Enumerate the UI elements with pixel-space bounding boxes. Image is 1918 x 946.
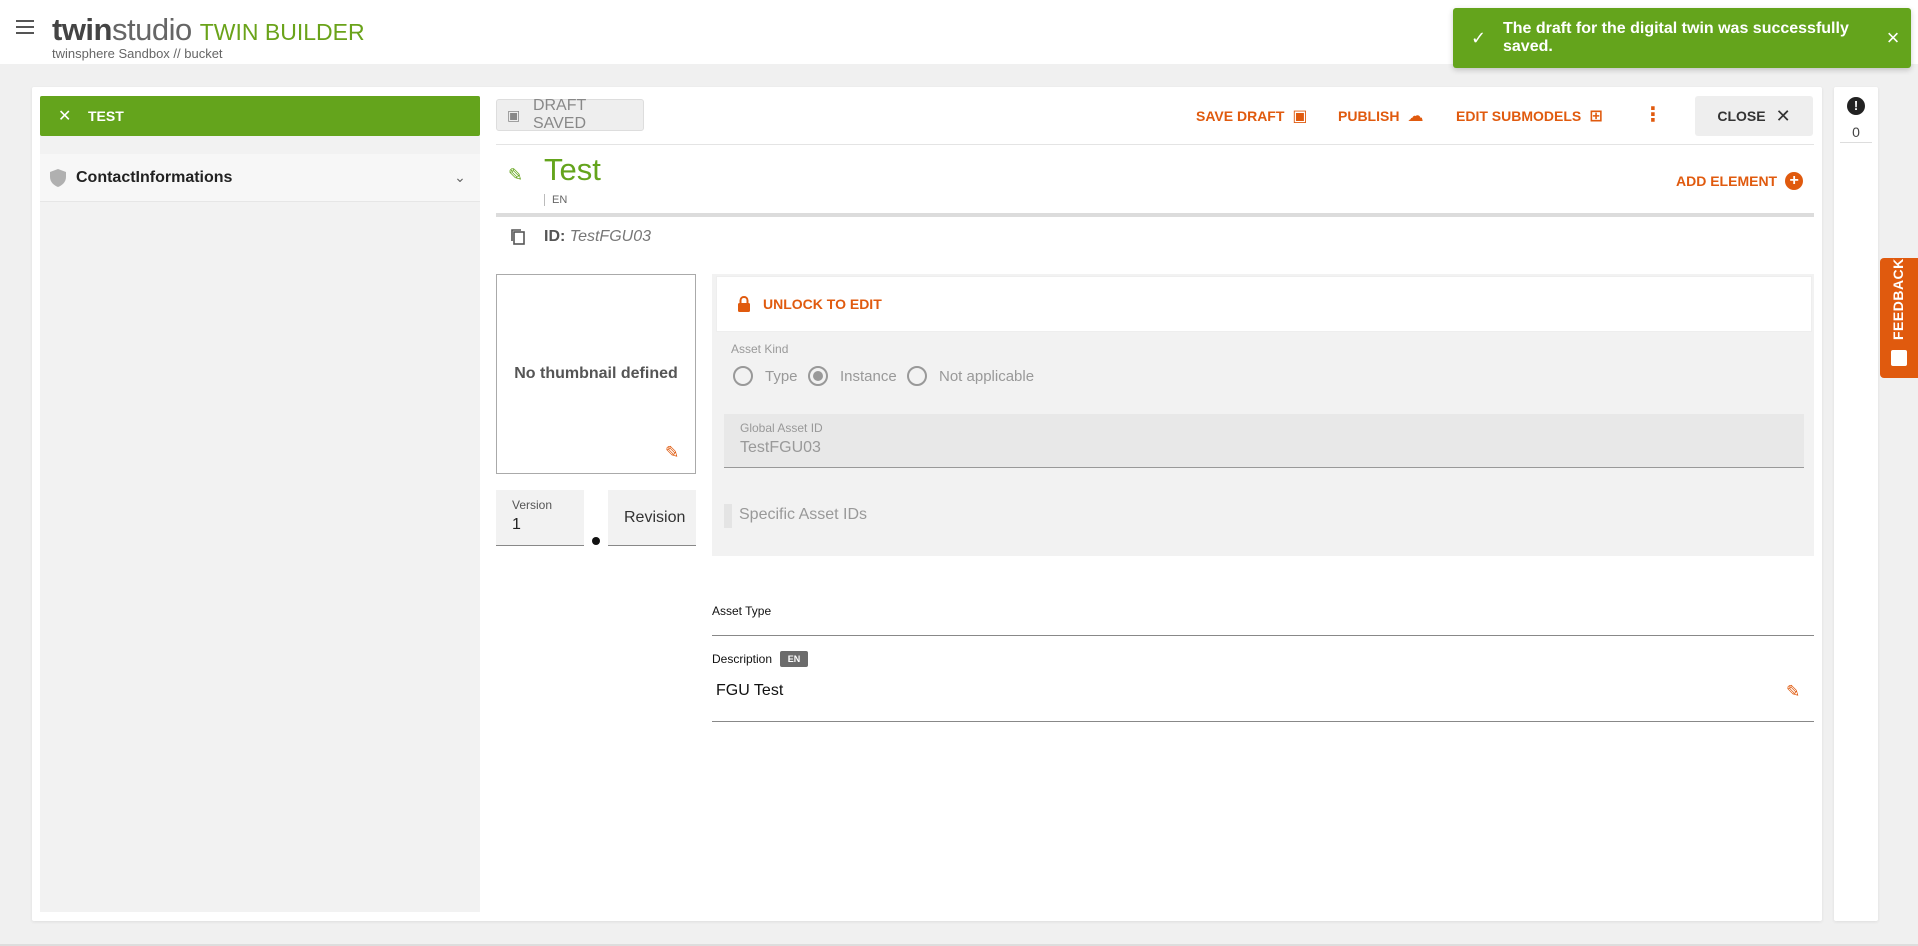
- cloud-upload-icon: ☁: [1407, 108, 1424, 125]
- close-button[interactable]: CLOSE ✕: [1695, 96, 1813, 136]
- shield-icon: [50, 168, 66, 187]
- twin-id-row: ID: TestFGU03: [544, 228, 651, 246]
- asset-kind-option: Not applicable: [939, 367, 1035, 385]
- add-element-button[interactable]: ADD ELEMENT +: [1676, 170, 1804, 192]
- version-separator-dot: [592, 537, 600, 545]
- asset-kind-option: Type: [765, 367, 798, 385]
- more-options-icon[interactable]: ⋮: [1643, 104, 1663, 128]
- description-value: FGU Test: [716, 682, 784, 699]
- toast-close-icon[interactable]: ×: [1875, 25, 1911, 51]
- description-label: Description: [712, 652, 773, 666]
- revision-field[interactable]: Revision: [608, 490, 696, 546]
- tree-root-button[interactable]: ✕ TEST: [40, 96, 480, 136]
- alert-count: 0: [1852, 124, 1860, 140]
- edit-description-icon[interactable]: ✎: [1786, 682, 1800, 702]
- asset-type-label: Asset Type: [712, 604, 772, 618]
- id-value: TestFGU03: [569, 228, 651, 245]
- brand-studio: studio: [112, 12, 192, 47]
- edit-submodels-button[interactable]: EDIT SUBMODELS ⊞: [1456, 104, 1603, 128]
- feedback-icon: [1891, 350, 1907, 366]
- success-toast: ✓ The draft for the digital twin was suc…: [1453, 8, 1911, 68]
- thumbnail-placeholder: No thumbnail defined: [514, 365, 678, 382]
- copy-icon[interactable]: [510, 228, 526, 246]
- global-asset-id-field[interactable]: Global Asset ID TestFGU03: [724, 414, 1804, 468]
- radio-circle: [733, 366, 753, 386]
- revision-label: Revision: [624, 509, 686, 526]
- plus-circle-icon: +: [1785, 172, 1804, 190]
- unlock-to-edit-button[interactable]: UNLOCK TO EDIT: [716, 276, 1812, 332]
- version-label: Version: [512, 498, 553, 512]
- asset-kind-radio-instance[interactable]: Instance: [808, 366, 897, 386]
- tools-icon: ✕: [58, 108, 72, 125]
- tree-panel: [40, 96, 480, 912]
- save-draft-label: SAVE DRAFT: [1196, 108, 1285, 124]
- lock-icon: [738, 295, 750, 312]
- radio-circle-selected: [808, 366, 828, 386]
- version-field[interactable]: Version 1: [496, 490, 584, 546]
- publish-button[interactable]: PUBLISH ☁: [1338, 104, 1423, 128]
- toolbar-divider: [496, 144, 1814, 145]
- alert-icon[interactable]: !: [1847, 97, 1865, 115]
- tree-item-contact-informations[interactable]: ContactInformations ⌄: [40, 154, 480, 202]
- tree-item-label: ContactInformations: [76, 168, 233, 186]
- thumbnail-box: No thumbnail defined ✎: [496, 274, 696, 474]
- unlock-label: UNLOCK TO EDIT: [763, 296, 882, 312]
- brand-twin: twin: [52, 12, 113, 47]
- draft-status-label: DRAFT SAVED: [532, 97, 586, 132]
- global-asset-id-value: TestFGU03: [740, 439, 821, 456]
- check-icon: ✓: [1471, 27, 1487, 48]
- asset-type-field[interactable]: [712, 635, 1814, 636]
- draft-status-chip: ▣ DRAFT SAVED: [496, 97, 644, 132]
- edit-thumbnail-icon[interactable]: ✎: [665, 443, 679, 463]
- product-name: TWIN BUILDER: [199, 19, 365, 45]
- brand-logo: twinstudio TWIN BUILDER: [52, 12, 365, 48]
- asset-kind-label: Asset Kind: [731, 342, 789, 356]
- edit-pencil-icon[interactable]: ✎: [508, 165, 528, 185]
- radio-circle: [907, 366, 927, 386]
- breadcrumb: twinsphere Sandbox // bucket: [52, 46, 223, 61]
- alerts-panel: ! 0: [1834, 87, 1878, 921]
- hierarchy-icon: ⊞: [1589, 108, 1603, 125]
- add-element-label: ADD ELEMENT: [1676, 173, 1778, 189]
- asset-kind-radio-not-applicable[interactable]: Not applicable: [907, 366, 1034, 386]
- id-label: ID:: [544, 228, 566, 245]
- title-underline: [496, 213, 1814, 217]
- version-value: 1: [512, 516, 521, 533]
- global-asset-id-label: Global Asset ID: [740, 421, 823, 435]
- feedback-tab[interactable]: FEEDBACK: [1880, 258, 1918, 378]
- save-status-icon: ▣: [507, 106, 521, 123]
- save-draft-button[interactable]: SAVE DRAFT ▣: [1196, 104, 1308, 128]
- toast-message: The draft for the digital twin was succe…: [1503, 20, 1849, 55]
- description-underline: [712, 721, 1814, 722]
- publish-label: PUBLISH: [1338, 108, 1400, 124]
- chevron-down-icon[interactable]: ⌄: [440, 169, 480, 186]
- specific-asset-ids-label[interactable]: Specific Asset IDs: [739, 506, 867, 524]
- edit-submodels-label: EDIT SUBMODELS: [1456, 108, 1582, 124]
- menu-icon[interactable]: [16, 20, 36, 40]
- floppy-icon: ▣: [1292, 108, 1308, 125]
- close-label: CLOSE: [1717, 108, 1766, 124]
- feedback-label: FEEDBACK: [1890, 258, 1906, 340]
- asset-kind-option: Instance: [840, 367, 897, 385]
- divider: [1840, 142, 1872, 143]
- title-language-tag: EN: [544, 194, 567, 206]
- close-icon: ✕: [1775, 105, 1791, 126]
- description-language-badge: EN: [780, 651, 808, 667]
- twin-title: Test: [544, 152, 601, 187]
- tree-root-label: TEST: [88, 108, 124, 124]
- asset-kind-radio-type[interactable]: Type: [733, 366, 798, 386]
- specific-asset-ids-marker: [724, 504, 732, 528]
